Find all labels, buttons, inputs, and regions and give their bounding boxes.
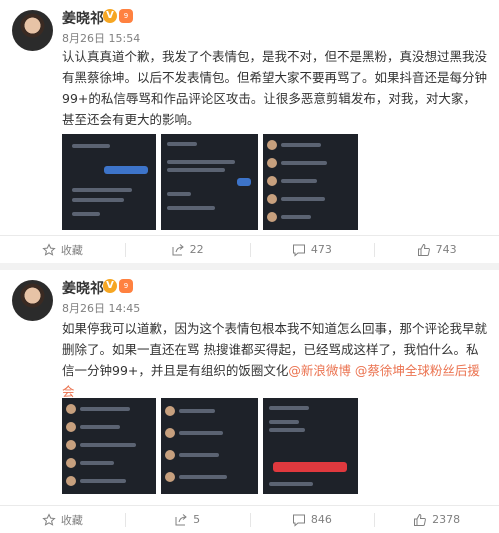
share-button[interactable]: 5 <box>124 506 250 533</box>
comment-count: 473 <box>310 243 332 256</box>
post-time[interactable]: 8月26日 14:45 <box>62 300 140 316</box>
avatar[interactable] <box>12 10 53 51</box>
verified-icon: V <box>103 279 117 293</box>
image-gallery <box>62 398 358 494</box>
comment-button[interactable]: 473 <box>249 236 375 263</box>
comment-icon <box>292 243 306 257</box>
like-button[interactable]: 743 <box>374 236 499 263</box>
comment-icon <box>292 513 306 527</box>
favorite-button[interactable]: 收藏 <box>0 506 125 533</box>
like-count: 743 <box>435 243 457 256</box>
thumbs-up-icon <box>417 243 431 257</box>
screenshot-thumbnail[interactable] <box>161 134 258 230</box>
like-count: 2378 <box>432 513 461 526</box>
favorite-label: 收藏 <box>60 513 83 527</box>
level-badge: 9 <box>119 9 133 23</box>
like-button[interactable]: 2378 <box>374 506 499 533</box>
username[interactable]: 姜晓祁 <box>62 8 104 28</box>
share-icon <box>171 243 185 257</box>
comment-button[interactable]: 846 <box>249 506 375 533</box>
level-badge: 9 <box>119 279 133 293</box>
post-text: 如果停我可以道歉，因为这个表情包根本我不知道怎么回事，那个评论我早就删除了。如果… <box>62 318 487 402</box>
post-time[interactable]: 8月26日 15:54 <box>62 30 140 46</box>
comment-count: 846 <box>310 513 332 526</box>
favorite-label: 收藏 <box>60 243 83 257</box>
action-bar: 收藏 22 473 743 <box>0 235 499 263</box>
username[interactable]: 姜晓祁 <box>62 278 104 298</box>
weibo-post-1: 姜晓祁 V 9 8月26日 15:54 认认真真道个歉，我发了个表情包，是我不对… <box>0 0 499 263</box>
post-text: 认认真真道个歉，我发了个表情包，是我不对，但不是黑粉，真没想过黑我没有黑蔡徐坤。… <box>62 49 488 127</box>
favorite-button[interactable]: 收藏 <box>0 236 125 263</box>
screenshot-thumbnail[interactable] <box>62 398 156 494</box>
share-icon <box>174 513 188 527</box>
thumbs-up-icon <box>413 513 427 527</box>
image-gallery <box>62 134 358 230</box>
share-button[interactable]: 22 <box>124 236 250 263</box>
action-bar: 收藏 5 846 2378 <box>0 505 499 533</box>
star-icon <box>42 242 56 257</box>
screenshot-thumbnail[interactable] <box>263 134 358 230</box>
screenshot-thumbnail[interactable] <box>62 134 156 230</box>
mention-link[interactable]: @新浪微博 <box>288 363 351 378</box>
screenshot-thumbnail[interactable] <box>263 398 358 494</box>
avatar[interactable] <box>12 280 53 321</box>
weibo-post-2: 姜晓祁 V 9 8月26日 14:45 如果停我可以道歉，因为这个表情包根本我不… <box>0 270 499 533</box>
screenshot-thumbnail[interactable] <box>161 398 258 494</box>
verified-icon: V <box>103 9 117 23</box>
star-icon <box>42 512 56 527</box>
share-count: 22 <box>189 243 204 256</box>
share-count: 5 <box>193 513 201 526</box>
